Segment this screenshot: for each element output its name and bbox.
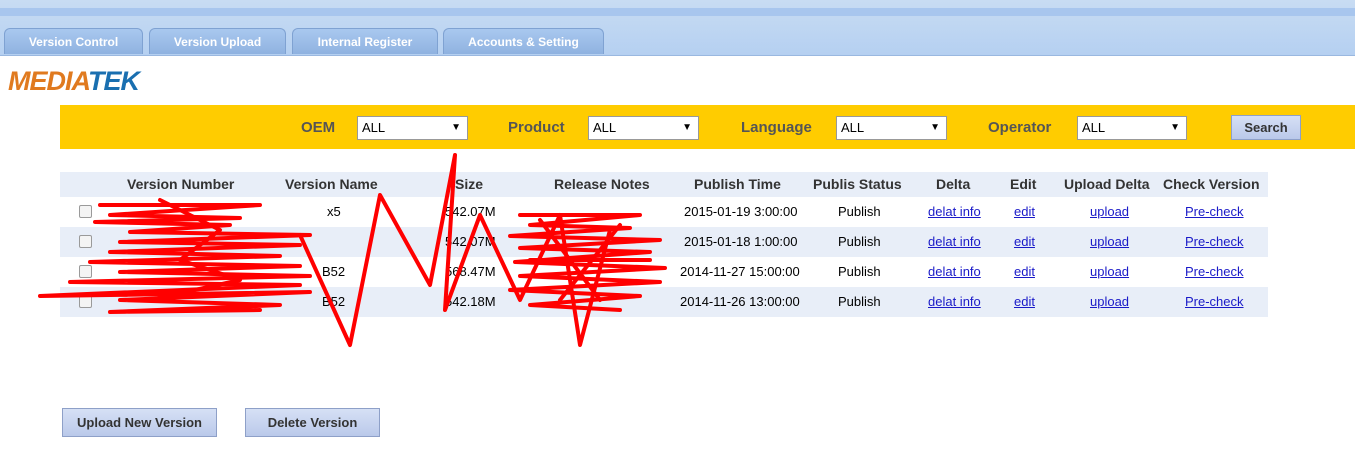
status-cell: Publish xyxy=(838,264,881,279)
language-select[interactable]: ALL ▼ xyxy=(836,116,947,140)
col-publish-time[interactable]: Publish Time xyxy=(694,176,781,192)
operator-label: Operator xyxy=(988,119,1052,136)
status-cell: Publish xyxy=(838,234,881,249)
delta-info-link[interactable]: delat info xyxy=(928,234,981,249)
version-name-cell: x5 xyxy=(327,204,341,219)
tab-version-upload[interactable]: Version Upload xyxy=(149,28,286,54)
chevron-down-icon: ▼ xyxy=(682,122,692,133)
publish-time-cell: 2014-11-26 13:00:00 xyxy=(680,294,800,309)
row-checkbox[interactable] xyxy=(79,295,92,308)
size-cell: 542.07M xyxy=(445,204,496,219)
language-label: Language xyxy=(741,119,812,136)
version-name-cell: B52 xyxy=(322,264,346,279)
tab-accounts-setting[interactable]: Accounts & Setting xyxy=(443,28,604,54)
mediatek-logo: MEDIATEK xyxy=(8,66,140,97)
chevron-down-icon: ▼ xyxy=(1170,122,1180,133)
upload-link[interactable]: upload xyxy=(1090,234,1129,249)
operator-select[interactable]: ALL ▼ xyxy=(1077,116,1187,140)
operator-select-value: ALL xyxy=(1082,120,1106,135)
tab-internal-register[interactable]: Internal Register xyxy=(292,28,438,54)
table-row: B52 568.47M 2014-11-27 15:00:00 Publish … xyxy=(60,257,1268,287)
size-cell: 568.47M xyxy=(445,264,496,279)
edit-link[interactable]: edit xyxy=(1014,234,1035,249)
row-checkbox[interactable] xyxy=(79,205,92,218)
language-select-value: ALL xyxy=(841,120,865,135)
delta-info-link[interactable]: delat info xyxy=(928,264,981,279)
upload-link[interactable]: upload xyxy=(1090,264,1129,279)
oem-select[interactable]: ALL ▼ xyxy=(357,116,468,140)
table-row: x5 542.07M 2015-01-19 3:00:00 Publish de… xyxy=(60,197,1268,227)
logo-part-1: MEDIA xyxy=(8,66,89,96)
product-select-value: ALL xyxy=(593,120,617,135)
chevron-down-icon: ▼ xyxy=(930,122,940,133)
col-size[interactable]: Size xyxy=(455,176,483,192)
version-name-cell: B52 xyxy=(322,294,346,309)
col-check-version[interactable]: Check Version xyxy=(1163,176,1260,192)
table-row: B52 542.18M 2014-11-26 13:00:00 Publish … xyxy=(60,287,1268,317)
publish-time-cell: 2015-01-18 1:00:00 xyxy=(684,234,798,249)
status-cell: Publish xyxy=(838,204,881,219)
table-row: 542.07M 2015-01-18 1:00:00 Publish delat… xyxy=(60,227,1268,257)
pre-check-link[interactable]: Pre-check xyxy=(1185,294,1244,309)
delta-info-link[interactable]: delat info xyxy=(928,204,981,219)
pre-check-link[interactable]: Pre-check xyxy=(1185,264,1244,279)
chevron-down-icon: ▼ xyxy=(451,122,461,133)
top-stripe xyxy=(0,8,1355,16)
upload-new-version-button[interactable]: Upload New Version xyxy=(62,408,217,437)
filter-bar: OEM ALL ▼ Product ALL ▼ Language ALL ▼ Oper… xyxy=(60,105,1355,149)
search-button[interactable]: Search xyxy=(1231,115,1301,140)
edit-link[interactable]: edit xyxy=(1014,294,1035,309)
tab-version-control[interactable]: Version Control xyxy=(4,28,143,54)
col-version-name[interactable]: Version Name xyxy=(285,176,378,192)
row-checkbox[interactable] xyxy=(79,265,92,278)
pre-check-link[interactable]: Pre-check xyxy=(1185,204,1244,219)
size-cell: 542.07M xyxy=(445,234,496,249)
size-cell: 542.18M xyxy=(445,294,496,309)
delete-version-button[interactable]: Delete Version xyxy=(245,408,380,437)
col-edit[interactable]: Edit xyxy=(1010,176,1036,192)
row-checkbox[interactable] xyxy=(79,235,92,248)
table-header: Version Number Version Name Size Release… xyxy=(60,172,1268,197)
col-publish-status[interactable]: Publis Status xyxy=(813,176,902,192)
edit-link[interactable]: edit xyxy=(1014,264,1035,279)
product-label: Product xyxy=(508,119,565,136)
status-cell: Publish xyxy=(838,294,881,309)
upload-link[interactable]: upload xyxy=(1090,294,1129,309)
publish-time-cell: 2015-01-19 3:00:00 xyxy=(684,204,798,219)
top-nav-bar: Version Control Version Upload Internal … xyxy=(0,0,1355,56)
upload-link[interactable]: upload xyxy=(1090,204,1129,219)
oem-label: OEM xyxy=(301,119,336,136)
col-version-number[interactable]: Version Number xyxy=(127,176,234,192)
col-upload-delta[interactable]: Upload Delta xyxy=(1064,176,1150,192)
delta-info-link[interactable]: delat info xyxy=(928,294,981,309)
col-release-notes[interactable]: Release Notes xyxy=(554,176,650,192)
col-delta[interactable]: Delta xyxy=(936,176,970,192)
product-select[interactable]: ALL ▼ xyxy=(588,116,699,140)
logo-part-2: TEK xyxy=(88,66,140,96)
publish-time-cell: 2014-11-27 15:00:00 xyxy=(680,264,800,279)
oem-select-value: ALL xyxy=(362,120,386,135)
edit-link[interactable]: edit xyxy=(1014,204,1035,219)
pre-check-link[interactable]: Pre-check xyxy=(1185,234,1244,249)
